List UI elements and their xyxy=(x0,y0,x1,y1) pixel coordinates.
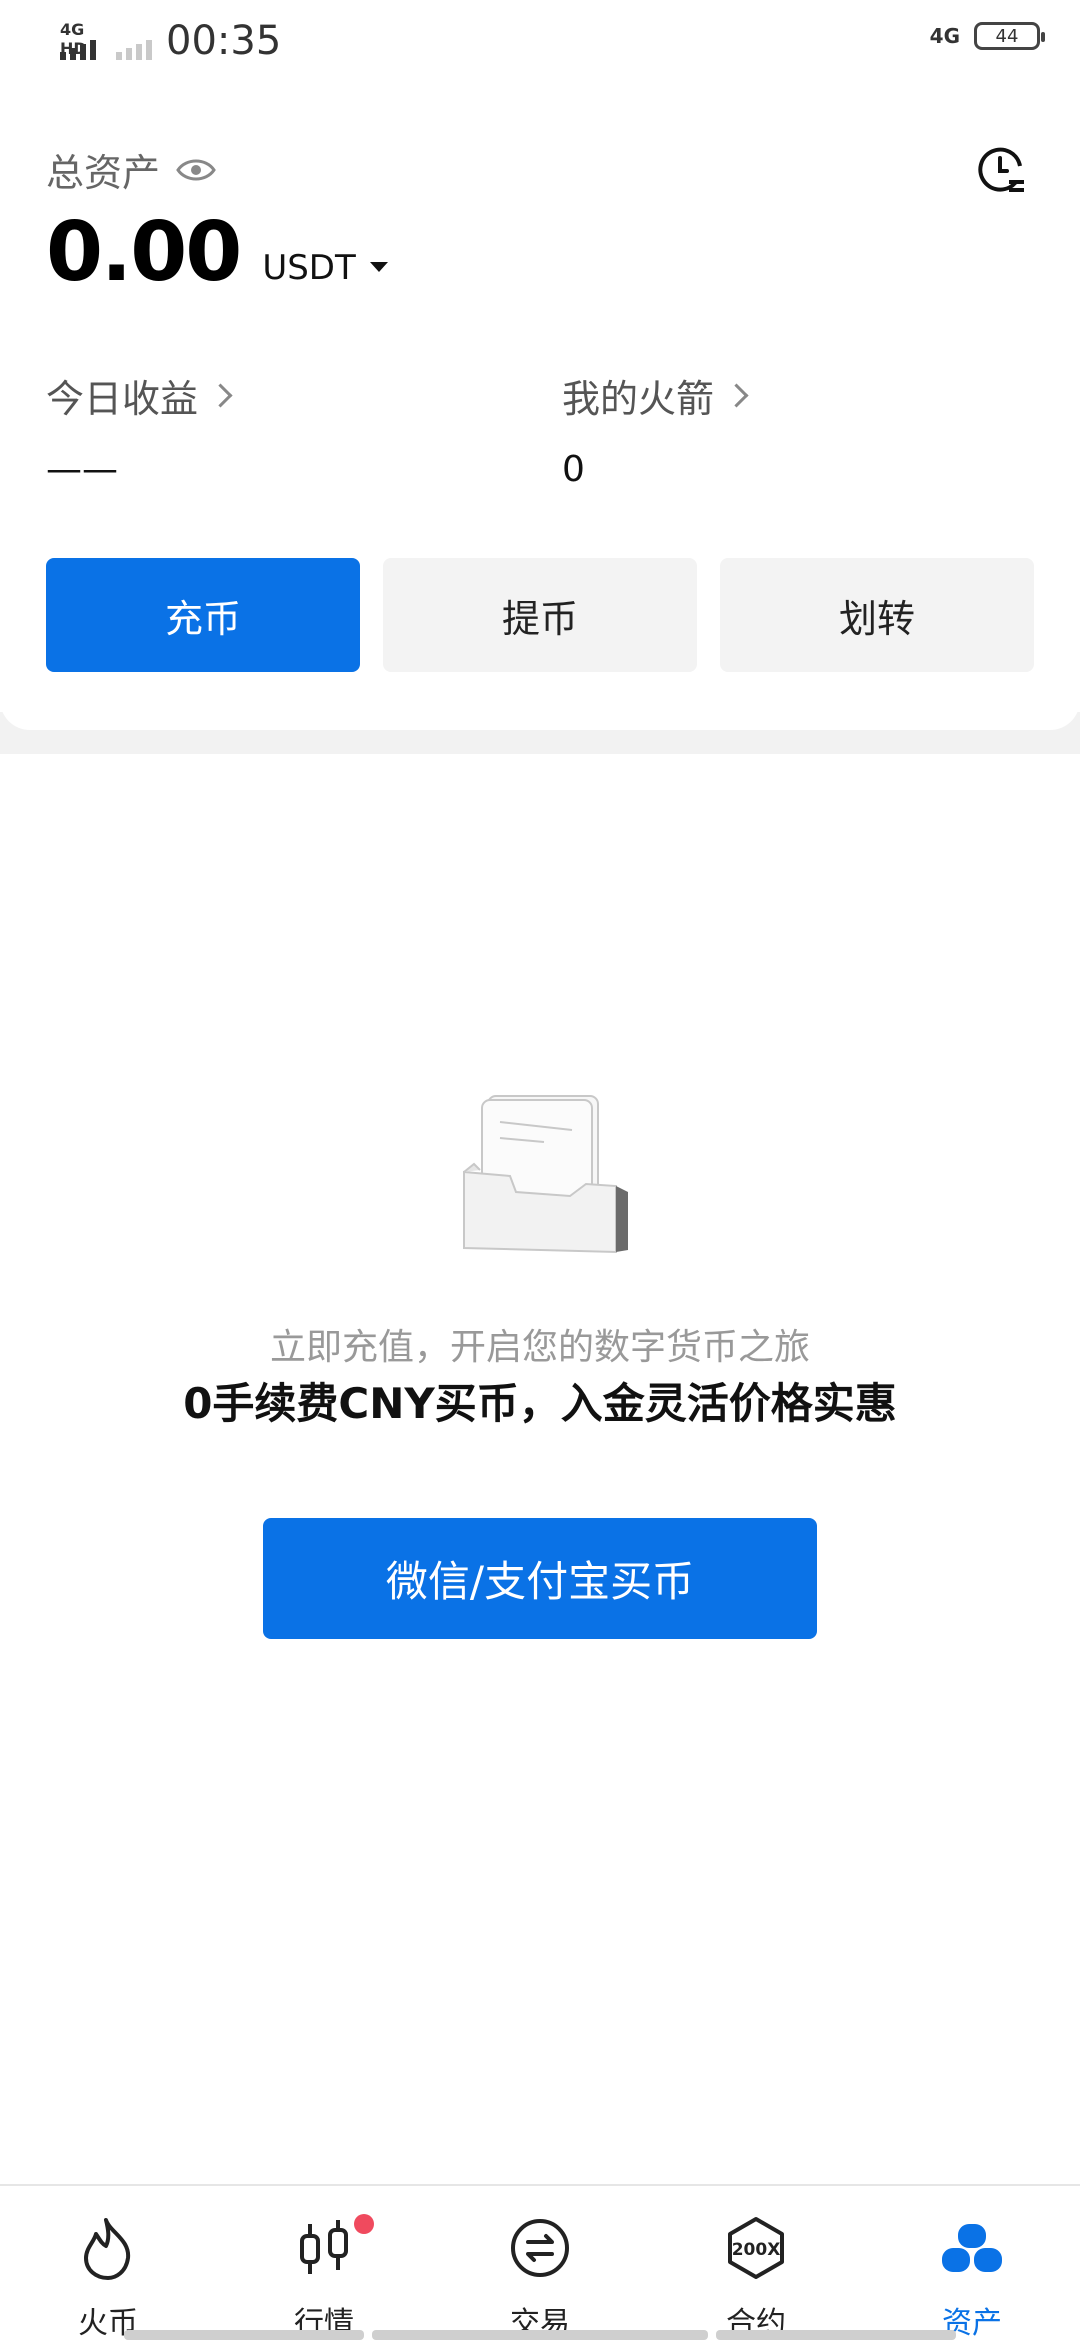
empty-state-message: 立即充值，开启您的数字货币之旅 xyxy=(269,1327,810,1368)
balance-amount: 0.00 xyxy=(46,205,242,300)
withdraw-button[interactable]: 提币 xyxy=(383,558,697,672)
assets-icon xyxy=(942,2224,1002,2272)
svg-text:200X: 200X xyxy=(732,2240,781,2260)
empty-document-icon xyxy=(463,1095,628,1254)
scroll-indicator xyxy=(124,2330,364,2340)
scroll-indicator xyxy=(372,2330,708,2340)
tab-home[interactable]: 火币 xyxy=(0,2186,216,2342)
signal-icon: 4G HD xyxy=(58,20,114,62)
exchange-icon xyxy=(511,2219,569,2277)
200x-icon: 200X xyxy=(728,2217,784,2279)
empty-state-promo: 0手续费CNY买币，入金灵活价格实惠 xyxy=(183,1379,897,1428)
today-earnings[interactable]: 今日收益 —— xyxy=(46,368,233,490)
status-time: 00:35 xyxy=(166,18,282,64)
my-rockets-label: 我的火箭 xyxy=(562,377,715,421)
candlestick-icon xyxy=(300,2220,348,2274)
chevron-right-icon xyxy=(208,383,233,408)
my-rockets[interactable]: 我的火箭 0 xyxy=(562,368,749,490)
today-earnings-value: —— xyxy=(46,449,118,490)
network-type-label: 4G xyxy=(929,24,960,48)
notification-badge xyxy=(354,2214,374,2234)
signal-icon-secondary xyxy=(114,20,158,62)
currency-selector[interactable]: USDT xyxy=(262,248,355,288)
eye-icon[interactable] xyxy=(176,156,216,184)
transfer-button[interactable]: 划转 xyxy=(720,558,1034,672)
caret-down-icon[interactable] xyxy=(369,262,388,272)
total-assets-header: 总资产 xyxy=(46,142,216,197)
tab-contract[interactable]: 200X 合约 xyxy=(648,2186,864,2342)
tab-market[interactable]: 行情 xyxy=(216,2186,432,2342)
my-rockets-value: 0 xyxy=(562,449,585,490)
battery-level: 44 xyxy=(995,25,1019,47)
tab-trade[interactable]: 交易 xyxy=(432,2186,648,2342)
balance-row: 0.00 USDT xyxy=(46,212,388,294)
bottom-tab-bar: 火币 行情 交易 200X 合约 资产 xyxy=(0,2184,1080,2342)
battery-icon: 44 xyxy=(974,22,1045,50)
status-bar: 4G HD 00:35 4G 44 xyxy=(0,0,1080,86)
total-assets-label: 总资产 xyxy=(46,151,161,195)
chevron-right-icon xyxy=(724,383,749,408)
tab-assets[interactable]: 资产 xyxy=(864,2186,1080,2342)
flame-icon xyxy=(84,2218,131,2280)
scroll-indicator xyxy=(716,2330,956,2340)
buy-crypto-button[interactable]: 微信/支付宝买币 xyxy=(263,1518,817,1639)
deposit-button[interactable]: 充币 xyxy=(46,558,360,672)
clock-history-icon[interactable] xyxy=(976,144,1028,196)
today-earnings-label: 今日收益 xyxy=(46,377,199,421)
